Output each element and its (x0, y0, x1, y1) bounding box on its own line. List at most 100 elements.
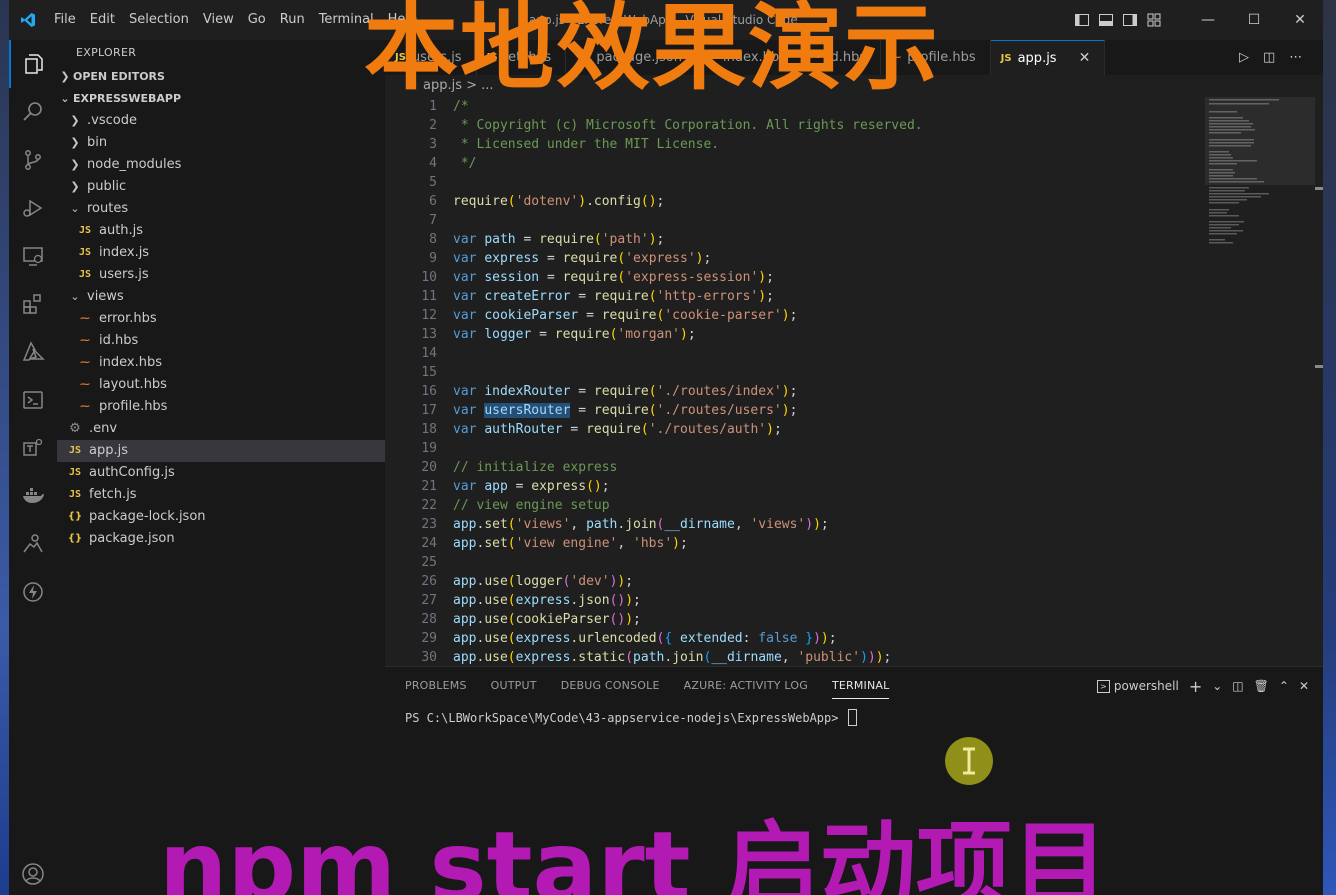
trash-icon[interactable]: 🗑 (1254, 679, 1269, 693)
new-terminal-icon[interactable]: + (1189, 677, 1202, 696)
menu-run[interactable]: Run (273, 0, 312, 40)
code-line: 25 (385, 553, 437, 572)
tree-file[interactable]: ⁓ id.hbs (57, 330, 385, 352)
tree-folder[interactable]: ❯ .vscode (57, 110, 385, 132)
code-line: 24 app.set('view engine', 'hbs'); (385, 534, 687, 553)
tree-folder[interactable]: ❯ node_modules (57, 154, 385, 176)
thunder-client-icon[interactable] (9, 568, 57, 616)
toggle-primary-sidebar-icon[interactable] (1071, 9, 1093, 31)
tree-file[interactable]: ⁓ layout.hbs (57, 374, 385, 396)
toggle-secondary-sidebar-icon[interactable] (1119, 9, 1141, 31)
tree-item-label: layout.hbs (99, 377, 167, 392)
terminal-shell-label[interactable]: powershell (1114, 679, 1179, 693)
line-number: 18 (421, 422, 437, 437)
desktop-background-right (1323, 0, 1336, 895)
remote-explorer-icon[interactable] (9, 232, 57, 280)
tree-file[interactable]: ⚙ .env (57, 418, 385, 440)
tree-folder[interactable]: ❯ public (57, 176, 385, 198)
minimize-icon[interactable]: — (1185, 0, 1231, 40)
code-text: var authRouter = require('./routes/auth'… (453, 422, 782, 437)
customize-layout-icon[interactable] (1143, 9, 1165, 31)
tree-file[interactable]: {} package.json (57, 528, 385, 550)
explorer-icon[interactable] (9, 40, 57, 88)
tree-item-label: package.json (89, 531, 175, 546)
tree-item-label: users.js (99, 267, 149, 282)
code-line: 11 var createError = require('http-errors… (385, 287, 774, 306)
project-section[interactable]: ⌄ EXPRESSWEBAPP (57, 88, 385, 110)
tree-item-label: package-lock.json (89, 509, 206, 524)
menu-selection[interactable]: Selection (122, 0, 196, 40)
more-actions-icon[interactable]: ⋯ (1289, 50, 1302, 65)
javascript-file-icon: JS (68, 489, 82, 500)
line-number: 9 (429, 251, 437, 266)
menu-view[interactable]: View (196, 0, 241, 40)
tree-item-label: fetch.js (89, 487, 137, 502)
close-tab-icon[interactable]: ✕ (1079, 41, 1091, 76)
json-file-icon: {} (67, 533, 83, 544)
code-line: 16 var indexRouter = require('./routes/in… (385, 382, 797, 401)
tree-file[interactable]: {} package-lock.json (57, 506, 385, 528)
tab-terminal[interactable]: TERMINAL (831, 674, 890, 699)
code-line: 2 * Copyright (c) Microsoft Corporation.… (385, 116, 922, 135)
tree-file[interactable]: JS index.js (57, 242, 385, 264)
terminal-prompt-line[interactable]: PS C:\LBWorkSpace\MyCode\43-appservice-n… (405, 709, 857, 726)
menu-file[interactable]: File (47, 0, 83, 40)
toggle-panel-icon[interactable] (1095, 9, 1117, 31)
javascript-file-icon: JS (68, 467, 82, 478)
close-window-icon[interactable]: ✕ (1277, 0, 1323, 40)
tree-item-label: profile.hbs (99, 399, 168, 414)
line-number: 6 (429, 194, 437, 209)
source-sync-icon[interactable] (9, 520, 57, 568)
code-text: * Copyright (c) Microsoft Corporation. A… (453, 118, 923, 133)
maximize-icon[interactable]: ☐ (1231, 0, 1277, 40)
azure-icon[interactable] (9, 328, 57, 376)
line-number: 13 (421, 327, 437, 342)
run-file-icon[interactable]: ▷ (1239, 50, 1249, 65)
split-editor-icon[interactable]: ◫ (1263, 50, 1275, 65)
tree-file[interactable]: JS users.js (57, 264, 385, 286)
tree-folder[interactable]: ⌄ routes (57, 198, 385, 220)
tree-file[interactable]: ⁓ error.hbs (57, 308, 385, 330)
tree-file[interactable]: JS app.js (57, 440, 385, 462)
tree-file[interactable]: JS authConfig.js (57, 462, 385, 484)
code-text: require('dotenv').config(); (453, 194, 665, 209)
code-editor[interactable]: 1/* 2 * Copyright (c) Microsoft Corporati… (385, 97, 1323, 665)
tab-problems[interactable]: PROBLEMS (405, 667, 467, 705)
overlay-caption-bottom: npm start 启动项目 (159, 811, 1108, 895)
tree-file[interactable]: JS fetch.js (57, 484, 385, 506)
tree-item-label: bin (87, 135, 108, 150)
tab-label: app.js (1017, 50, 1057, 66)
code-text: // view engine setup (453, 498, 610, 513)
line-number: 14 (421, 346, 437, 361)
tab-azure-activity-log[interactable]: AZURE: ACTIVITY LOG (684, 667, 808, 705)
menu-edit[interactable]: Edit (83, 0, 122, 40)
code-line: 3 * Licensed under the MIT License. (385, 135, 719, 154)
close-panel-icon[interactable]: ✕ (1299, 679, 1309, 693)
tab-output[interactable]: OUTPUT (491, 667, 537, 705)
tree-file[interactable]: ⁓ index.hbs (57, 352, 385, 374)
chevron-up-icon[interactable]: ⌃ (1279, 679, 1289, 693)
search-icon[interactable] (9, 88, 57, 136)
account-icon[interactable] (9, 850, 57, 895)
open-editors-section[interactable]: ❯ OPEN EDITORS (57, 66, 385, 88)
chevron-down-icon[interactable]: ⌄ (1212, 679, 1222, 693)
tree-file[interactable]: JS auth.js (57, 220, 385, 242)
minimap[interactable] (1205, 97, 1315, 277)
split-terminal-icon[interactable]: ◫ (1232, 679, 1243, 693)
editor-tab[interactable]: JS app.js ✕ (990, 40, 1106, 76)
docker-icon[interactable] (9, 472, 57, 520)
menu-go[interactable]: Go (241, 0, 273, 40)
source-control-icon[interactable] (9, 136, 57, 184)
tree-item-label: public (87, 179, 127, 194)
extensions-icon[interactable] (9, 280, 57, 328)
powershell-icon[interactable] (9, 376, 57, 424)
tree-file[interactable]: ⁓ profile.hbs (57, 396, 385, 418)
tree-folder[interactable]: ⌄ views (57, 286, 385, 308)
teams-toolkit-icon[interactable] (9, 424, 57, 472)
code-line: 23 app.set('views', path.join(__dirname, … (385, 515, 828, 534)
code-text: var logger = require('morgan'); (453, 327, 696, 342)
tree-folder[interactable]: ❯ bin (57, 132, 385, 154)
tab-debug-console[interactable]: DEBUG CONSOLE (561, 667, 660, 705)
run-debug-icon[interactable] (9, 184, 57, 232)
terminal-prompt: PS C:\LBWorkSpace\MyCode\43-appservice-n… (405, 710, 846, 725)
